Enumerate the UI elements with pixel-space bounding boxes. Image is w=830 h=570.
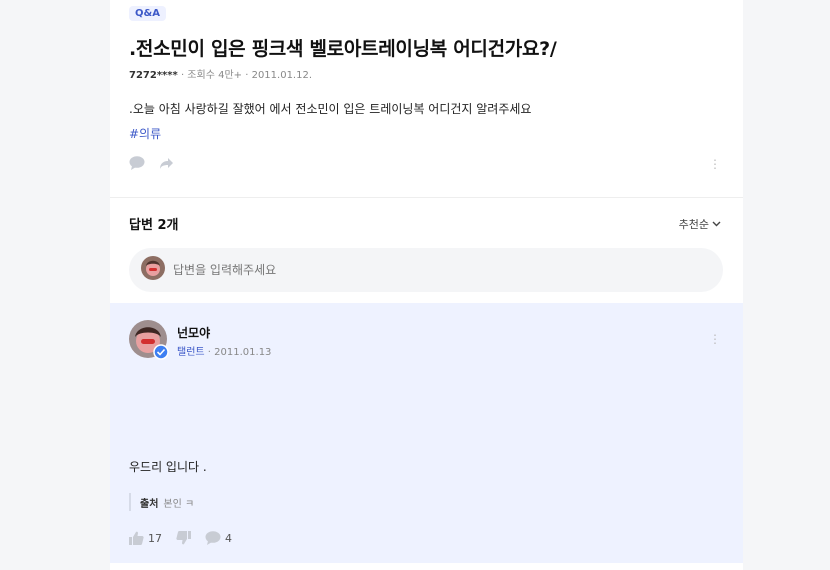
comment-count: 4 <box>225 531 232 545</box>
sort-dropdown[interactable]: 추천순 <box>679 216 721 232</box>
question-more-icon[interactable]: ⋮ <box>709 158 721 170</box>
comment-icon[interactable] <box>129 155 145 174</box>
comments-button[interactable]: 4 <box>205 531 232 545</box>
question-date: 2011.01.12. <box>251 70 313 81</box>
dislike-button[interactable] <box>176 531 191 545</box>
thumbs-down-icon <box>176 531 191 545</box>
bottom-strip <box>110 563 743 570</box>
share-icon[interactable] <box>159 155 174 174</box>
answer-text: 우드리 입니다 . <box>129 460 207 474</box>
answer-more-icon[interactable]: ⋮ <box>709 333 721 345</box>
qa-tag: Q&A <box>129 6 166 21</box>
thumbs-up-icon <box>129 531 144 545</box>
answer-author[interactable]: 넌모야 <box>177 324 210 341</box>
comment-icon <box>205 531 221 545</box>
answer-date: 2011.01.13 <box>214 347 272 358</box>
answer-author-meta: 탤런트 · 2011.01.13 <box>177 347 272 358</box>
avatar[interactable] <box>129 320 169 360</box>
author-role: 탤런트 <box>177 347 205 358</box>
answer-input[interactable] <box>173 263 673 277</box>
user-avatar-icon <box>141 256 165 284</box>
question-meta: 7272**** · 조회수 4만+ · 2011.01.12. <box>129 70 313 81</box>
source-label: 출처 <box>140 498 159 510</box>
question-views: 조회수 4만+ <box>187 70 243 81</box>
answer-reactions: 17 4 <box>129 531 240 545</box>
question-title: .전소민이 입은 핑크색 벨로아트레이닝복 어디건가요?/ <box>129 38 557 60</box>
like-count: 17 <box>148 531 162 545</box>
chevron-down-icon <box>712 221 721 227</box>
answer-source: 출처 본인 ㅋ <box>129 493 194 511</box>
hashtag-link[interactable]: #의류 <box>129 125 161 142</box>
question-author-id[interactable]: 7272**** <box>129 70 178 81</box>
question-actions <box>129 155 174 174</box>
source-value: 본인 ㅋ <box>163 498 195 510</box>
question-body: .오늘 아침 사랑하길 잘했어 에서 전소민이 입은 트레이닝복 어디건지 알려… <box>129 102 532 116</box>
sort-label: 추천순 <box>678 218 709 231</box>
question-card: Q&A .전소민이 입은 핑크색 벨로아트레이닝복 어디건가요?/ 7272**… <box>110 0 743 570</box>
answer-input-box[interactable] <box>129 248 723 292</box>
divider <box>110 197 743 198</box>
like-button[interactable]: 17 <box>129 531 162 545</box>
answers-count-title: 답변 2개 <box>129 218 179 233</box>
answer-card: 넌모야 탤런트 · 2011.01.13 ⋮ 우드리 입니다 . 출처 본인 ㅋ… <box>110 303 743 563</box>
